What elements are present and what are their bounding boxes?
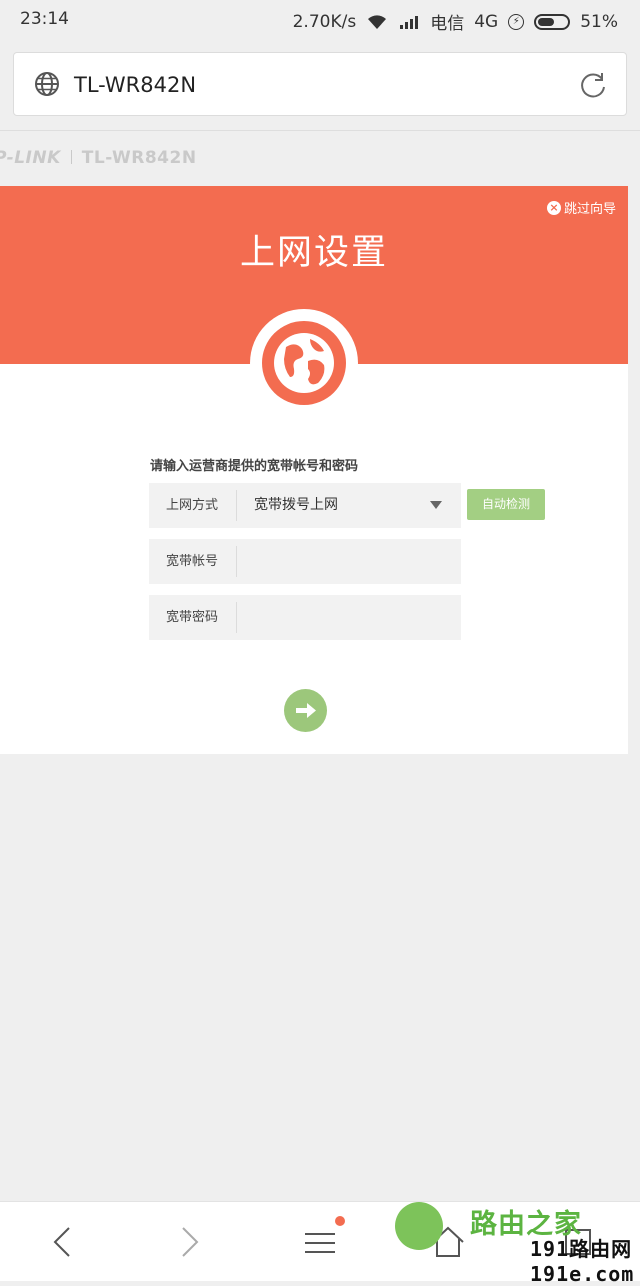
brand-header: P-LINK TL-WR842N xyxy=(0,148,197,168)
account-input[interactable] xyxy=(237,539,461,584)
auto-detect-button[interactable]: 自动检测 xyxy=(467,489,545,520)
brand-separator xyxy=(70,150,72,164)
next-button[interactable] xyxy=(284,689,327,732)
connection-type-select[interactable]: 上网方式 宽带拨号上网 xyxy=(149,483,461,528)
signal-icon xyxy=(400,15,419,29)
chevron-down-icon[interactable] xyxy=(430,501,442,509)
menu-icon[interactable] xyxy=(300,1222,340,1262)
battery-icon xyxy=(534,13,571,30)
watermark-subtitle: 191路由网 191e.com xyxy=(530,1237,635,1286)
watermark-logo xyxy=(395,1202,443,1250)
account-field-row: 宽带帐号 xyxy=(149,539,461,584)
brand-logo: P-LINK xyxy=(0,148,61,168)
field-label: 宽带帐号 xyxy=(165,554,218,569)
password-input[interactable] xyxy=(237,595,461,640)
divider xyxy=(0,130,640,131)
password-field-row: 宽带密码 xyxy=(149,595,461,640)
wifi-icon xyxy=(368,14,387,29)
field-separator xyxy=(236,490,237,521)
forward-icon[interactable] xyxy=(170,1222,210,1262)
globe-emblem xyxy=(250,309,358,417)
skip-label: 跳过向导 xyxy=(563,202,616,217)
field-label: 上网方式 xyxy=(165,498,218,513)
carrier-label: 电信 xyxy=(430,14,465,34)
arrow-right-icon xyxy=(296,703,316,718)
notification-dot xyxy=(335,1216,345,1226)
close-icon: × xyxy=(546,200,561,215)
status-time: 23:14 xyxy=(20,9,69,29)
charging-icon: ⚡ xyxy=(508,13,525,30)
url-text[interactable]: TL-WR842N xyxy=(74,73,196,97)
network-speed: 2.70K/s xyxy=(292,11,357,32)
bottom-navigation: 路由之家 191路由网 191e.com xyxy=(0,1201,640,1286)
setup-card: × 跳过向导 上网设置 请输入运营商提供的宽带帐号和密码 上网方式 宽带拨号上网… xyxy=(0,186,628,754)
address-bar[interactable]: TL-WR842N xyxy=(13,52,627,116)
network-type: 4G xyxy=(474,11,499,32)
skip-wizard-button[interactable]: × 跳过向导 xyxy=(546,198,616,217)
select-value[interactable]: 宽带拨号上网 xyxy=(254,483,338,528)
reload-icon[interactable] xyxy=(578,70,608,100)
field-label: 宽带密码 xyxy=(165,610,218,625)
back-icon[interactable] xyxy=(42,1222,82,1262)
status-right: 2.70K/s 电信 4G ⚡ 51% xyxy=(292,9,618,35)
instruction-text: 请输入运营商提供的宽带帐号和密码 xyxy=(150,459,359,474)
globe-icon xyxy=(35,72,59,96)
page-title: 上网设置 xyxy=(239,233,388,273)
battery-percent: 51% xyxy=(580,11,618,32)
brand-model: TL-WR842N xyxy=(81,148,197,168)
world-icon xyxy=(274,333,334,393)
status-bar: 23:14 2.70K/s 电信 4G ⚡ 51% xyxy=(0,0,640,40)
